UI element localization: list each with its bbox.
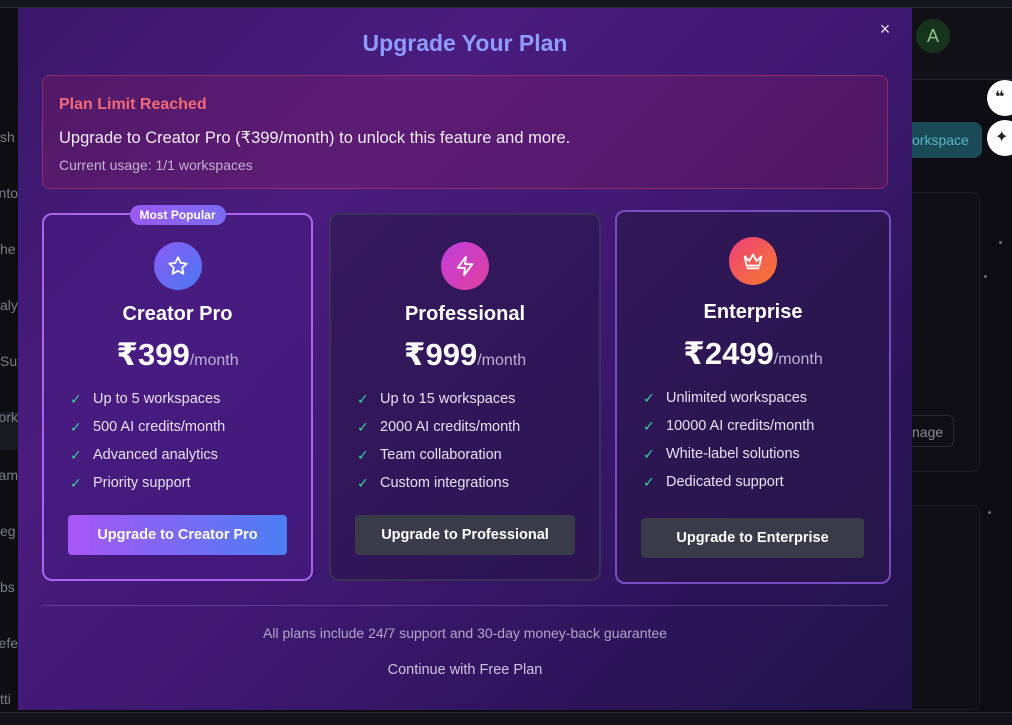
lightning-icon [441,242,489,290]
app-top-bar [0,0,1012,8]
feature-item: ✓ Team collaboration [357,446,502,464]
check-icon: ✓ [643,473,655,490]
most-popular-badge: Most Popular [129,205,226,225]
sidebar-item[interactable]: aly [0,297,18,313]
upgrade-enterprise-button[interactable]: Upgrade to Enterprise [641,518,864,558]
check-icon: ✓ [357,446,369,463]
sidebar-item[interactable]: Su [0,353,18,369]
sidebar-item[interactable]: tti [0,691,18,707]
upgrade-modal: × Upgrade Your Plan Plan Limit Reached U… [18,8,912,710]
feature-item: ✓ 500 AI credits/month [70,418,226,436]
plan-card-enterprise: Enterprise ₹2499/month ✓ Unlimited worksp… [615,210,891,584]
price-amount: ₹399 [116,337,190,372]
crown-icon [729,237,777,285]
feature-list: ✓ Unlimited workspaces ✓ 10000 AI credits/… [643,384,814,496]
feature-list: ✓ Up to 5 workspaces ✓ 500 AI credits/mont… [70,385,225,497]
feature-item: ✓ Unlimited workspaces [643,389,808,407]
plan-card-creator-pro: Most Popular Creator Pro ₹399/month ✓ Up … [42,205,313,581]
decorative-dot [988,511,991,514]
price-period: /month [477,352,527,369]
price-period: /month [189,352,239,369]
sidebar-item[interactable]: ork [0,409,18,425]
modal-title: Upgrade Your Plan [362,30,568,56]
app-bottom-bar [0,712,1012,725]
alert-message: Upgrade to Creator Pro (₹399/month) to u… [59,129,571,147]
check-icon: ✓ [357,474,369,491]
feature-item: ✓ White-label solutions [643,445,800,463]
check-icon: ✓ [70,446,82,463]
new-workspace-button[interactable]: orkspace [912,122,982,158]
feature-item: ✓ Up to 15 workspaces [357,390,516,408]
check-icon: ✓ [643,389,655,406]
check-icon: ✓ [357,418,369,435]
avatar[interactable]: A [916,19,950,53]
plan-price: ₹399/month [44,337,311,373]
feature-item: ✓ 10000 AI credits/month [643,417,815,435]
background-card [912,505,980,710]
feature-item: ✓ 2000 AI credits/month [357,418,521,436]
feature-item: ✓ Up to 5 workspaces [70,390,221,408]
plan-limit-alert: Plan Limit Reached Upgrade to Creator Pr… [42,75,888,189]
feature-item: ✓ Dedicated support [643,473,784,491]
sidebar-item[interactable]: he [0,241,18,257]
feature-item: ✓ Advanced analytics [70,446,218,464]
app-sidebar: sh nto he aly Su ork am eg bs efe tti [0,8,18,725]
feature-item: ✓ Priority support [70,474,191,492]
plan-price: ₹2499/month [617,336,889,372]
continue-free-plan-link[interactable]: Continue with Free Plan [18,662,912,678]
sidebar-item[interactable]: eg [0,523,18,539]
sidebar-item[interactable]: sh [0,129,18,145]
plan-card-professional: Professional ₹999/month ✓ Up to 15 worksp… [329,213,601,581]
check-icon: ✓ [643,445,655,462]
divider [42,605,888,606]
check-icon: ✓ [643,417,655,434]
quote-icon[interactable]: ❝ [987,80,1012,116]
star-icon [153,242,202,290]
plan-name: Enterprise [703,301,803,323]
decorative-dot [984,275,987,278]
plan-name: Professional [404,303,526,325]
sparkle-icon[interactable]: ✦ [987,120,1012,156]
check-icon: ✓ [70,418,82,435]
guarantee-note: All plans include 24/7 support and 30-da… [263,625,667,641]
feature-item: ✓ Custom integrations [357,474,509,492]
plan-price: ₹999/month [331,337,599,373]
sidebar-item[interactable]: am [0,467,18,483]
check-icon: ✓ [70,474,82,491]
price-amount: ₹2499 [683,336,774,371]
check-icon: ✓ [357,390,369,407]
price-amount: ₹999 [403,337,478,372]
upgrade-professional-button[interactable]: Upgrade to Professional [355,515,575,555]
usage-text: Current usage: 1/1 workspaces [59,157,253,173]
alert-title: Plan Limit Reached [59,96,207,113]
decorative-dot [999,241,1002,244]
upgrade-creator-pro-button[interactable]: Upgrade to Creator Pro [68,515,287,555]
sidebar-item[interactable]: bs [0,579,18,595]
plan-name: Creator Pro [122,303,233,325]
manage-button[interactable]: nage [912,415,954,447]
feature-list: ✓ Up to 15 workspaces ✓ 2000 AI credits/mo… [357,385,520,497]
price-period: /month [773,351,823,368]
sidebar-item[interactable]: efe [0,635,18,651]
sidebar-item[interactable]: nto [0,185,18,201]
check-icon: ✓ [70,390,82,407]
app-header: A [912,8,1012,80]
